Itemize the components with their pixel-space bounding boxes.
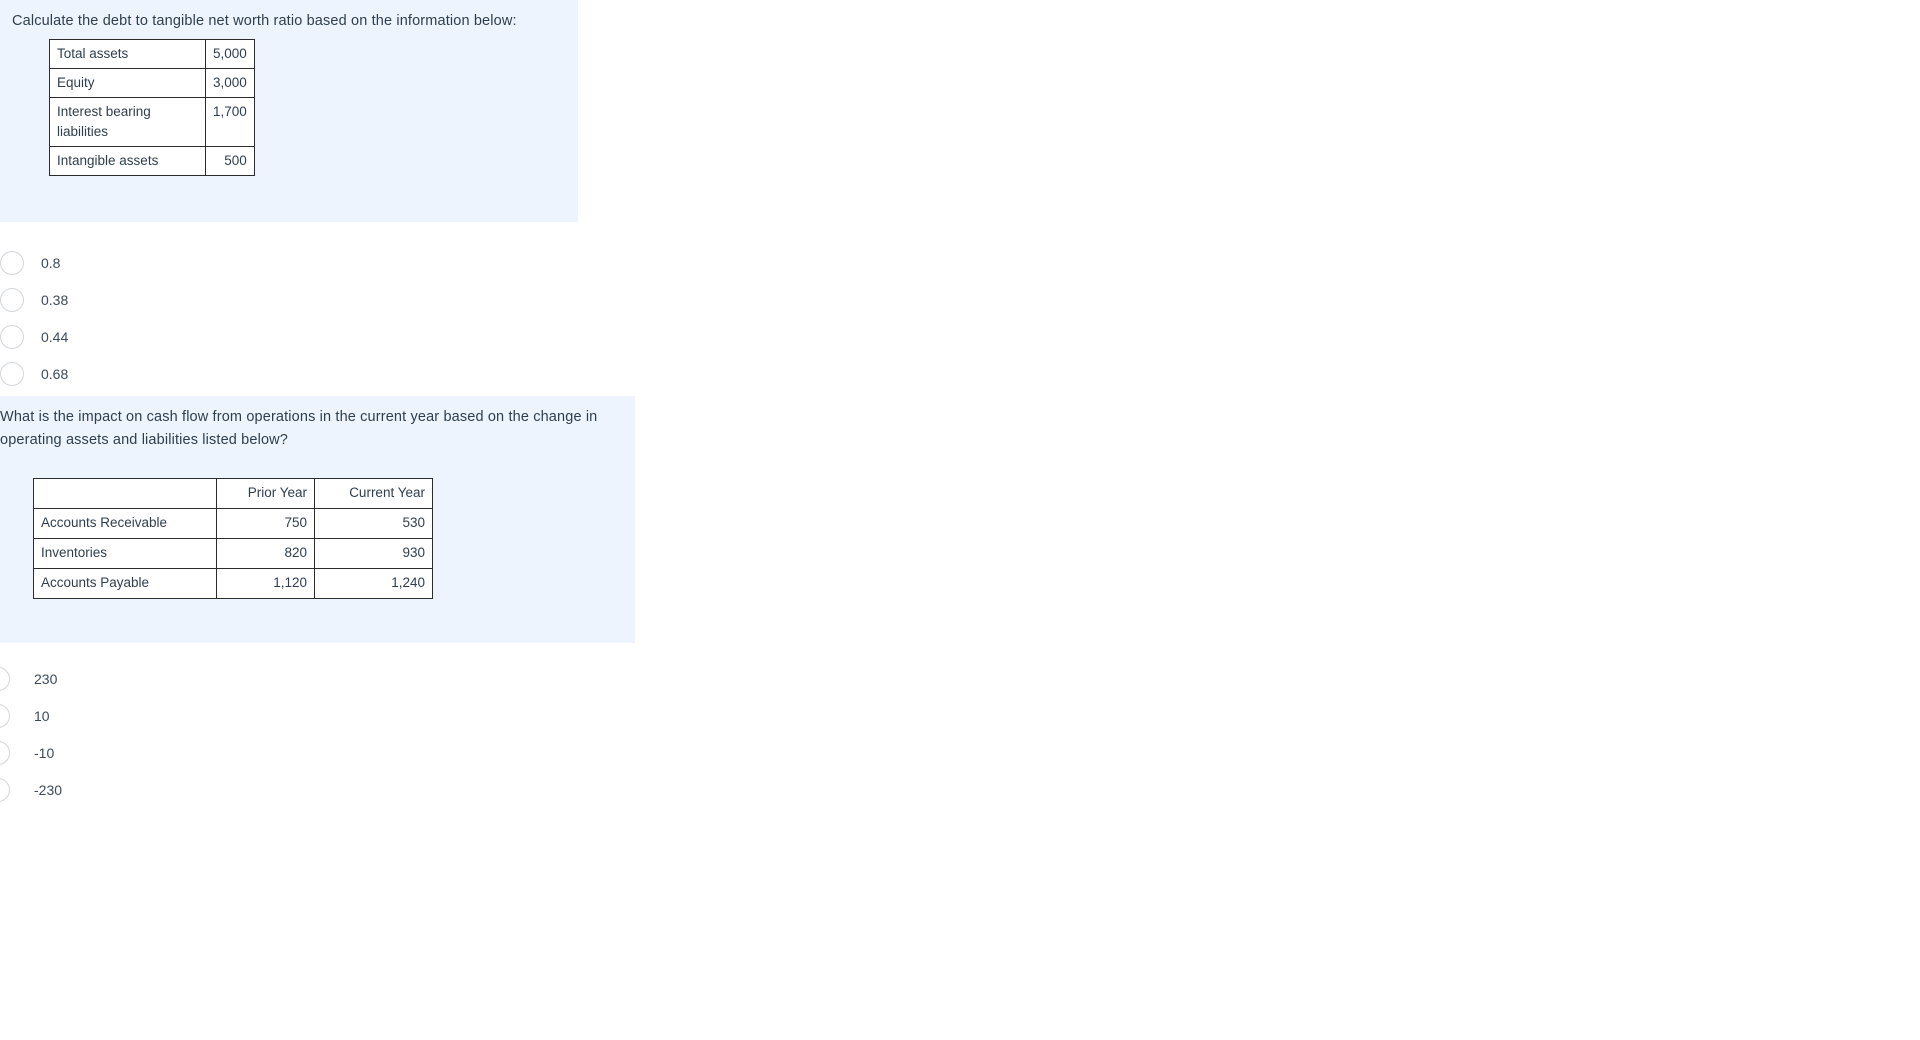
option-row[interactable]: -10	[0, 734, 62, 771]
table-row: Accounts Receivable 750 530	[33, 508, 433, 539]
option-row[interactable]: -230	[0, 771, 62, 808]
table-row: Interest bearing liabilities 1,700	[49, 97, 255, 147]
table-cell-prior: 820	[216, 538, 315, 569]
table-cell-label: Inventories	[33, 538, 217, 569]
table-cell-label: Accounts Payable	[33, 568, 217, 599]
table-cell-label: Intangible assets	[49, 146, 206, 176]
table-row: Intangible assets 500	[49, 146, 255, 176]
radio-button-icon[interactable]	[0, 666, 10, 691]
table-row: Equity 3,000	[49, 68, 255, 98]
table-cell-label: Interest bearing liabilities	[49, 97, 206, 147]
radio-button-icon[interactable]	[0, 777, 10, 802]
table-cell-label: Equity	[49, 68, 206, 98]
table-row: Inventories 820 930	[33, 538, 433, 569]
table-cell-value: 5,000	[205, 39, 255, 69]
option-row[interactable]: 0.38	[0, 281, 68, 318]
table-cell-value: 3,000	[205, 68, 255, 98]
option-label: 10	[34, 707, 50, 724]
radio-button-icon[interactable]	[0, 361, 24, 386]
radio-button-icon[interactable]	[0, 740, 10, 765]
table-cell-label: Accounts Receivable	[33, 508, 217, 539]
radio-button-icon[interactable]	[0, 324, 24, 349]
question-1-prompt: Calculate the debt to tangible net worth…	[12, 13, 517, 29]
option-row[interactable]: 10	[0, 697, 62, 734]
option-label: 230	[34, 670, 58, 687]
table-header-row: Prior Year Current Year	[33, 478, 433, 509]
option-label: 0.44	[41, 328, 69, 345]
option-row[interactable]: 0.68	[0, 355, 68, 392]
option-row[interactable]: 0.44	[0, 318, 68, 355]
option-row[interactable]: 0.8	[0, 244, 68, 281]
table-cell-value: 500	[205, 146, 255, 176]
operating-assets-liabilities-table: Prior Year Current Year Accounts Receiva…	[33, 478, 433, 599]
table-cell-current: 930	[314, 538, 433, 569]
table-cell-prior: 1,120	[216, 568, 315, 599]
table-header-blank	[33, 478, 217, 509]
table-header-current-year: Current Year	[314, 478, 433, 509]
table-cell-prior: 750	[216, 508, 315, 539]
option-label: 0.38	[41, 291, 69, 308]
radio-button-icon[interactable]	[0, 703, 10, 728]
option-label: 0.8	[41, 254, 61, 271]
question-1-options: 0.8 0.38 0.44 0.68	[0, 244, 68, 392]
table-row: Total assets 5,000	[49, 39, 255, 69]
table-cell-value: 1,700	[205, 97, 255, 147]
table-cell-current: 530	[314, 508, 433, 539]
table-header-prior-year: Prior Year	[216, 478, 315, 509]
table-cell-label: Total assets	[49, 39, 206, 69]
radio-button-icon[interactable]	[0, 250, 24, 275]
option-label: -10	[34, 744, 55, 761]
option-label: 0.68	[41, 365, 69, 382]
table-cell-current: 1,240	[314, 568, 433, 599]
question-2-options: 230 10 -10 -230	[0, 660, 62, 808]
option-label: -230	[34, 781, 63, 798]
question-2-prompt: What is the impact on cash flow from ope…	[0, 409, 598, 448]
debt-to-tangible-net-worth-table: Total assets 5,000 Equity 3,000 Interest…	[49, 39, 255, 176]
option-row[interactable]: 230	[0, 660, 62, 697]
radio-button-icon[interactable]	[0, 287, 24, 312]
table-row: Accounts Payable 1,120 1,240	[33, 568, 433, 599]
